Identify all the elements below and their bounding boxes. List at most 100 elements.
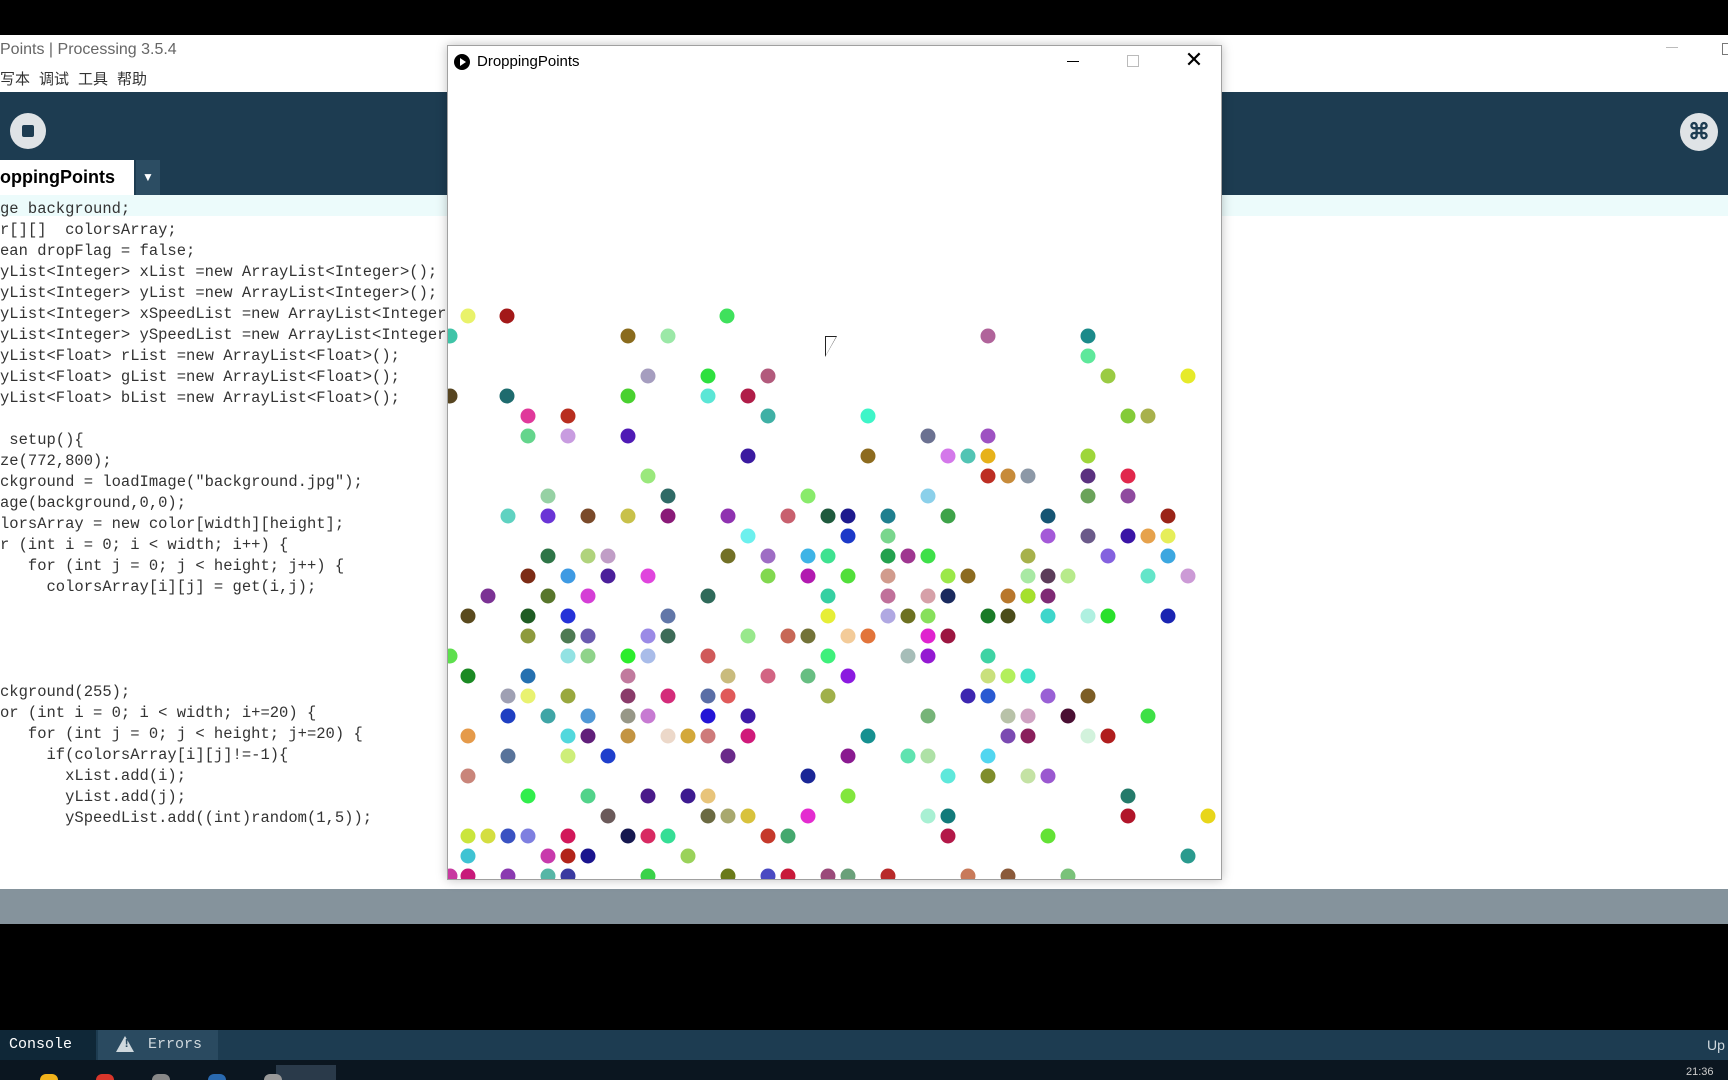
code-line[interactable]: yList<Integer> yList =new ArrayList<Inte…	[0, 283, 465, 304]
code-line[interactable]: lorsArray = new color[width][height];	[0, 514, 465, 535]
menu-sketch[interactable]: 写本	[0, 68, 30, 89]
code-line[interactable]: if(colorsArray[i][j]!=-1){	[0, 745, 465, 766]
dropping-point	[1080, 528, 1096, 544]
close-button[interactable]: ✕	[1183, 49, 1205, 71]
updates-label[interactable]: Up	[1707, 1030, 1725, 1060]
console-divider[interactable]	[0, 889, 1728, 924]
dropping-point	[1120, 808, 1136, 824]
dropping-point	[540, 868, 556, 879]
code-line[interactable]: ckground(255);	[0, 682, 465, 703]
dropping-point	[620, 388, 636, 404]
dropping-point	[880, 528, 896, 544]
dropping-point	[1140, 568, 1156, 584]
taskbar-active-app[interactable]	[276, 1065, 336, 1080]
dropping-point	[1200, 808, 1216, 824]
dropping-point	[940, 508, 956, 524]
code-line[interactable]	[0, 661, 465, 682]
dropping-point	[740, 388, 756, 404]
code-line[interactable]: xList.add(i);	[0, 766, 465, 787]
code-line[interactable]: for (int j = 0; j < height; j++) {	[0, 556, 465, 577]
dropping-point	[1040, 508, 1056, 524]
dropping-point	[460, 668, 476, 684]
dropping-point	[560, 648, 576, 664]
code-line[interactable]: for (int j = 0; j < height; j+=20) {	[0, 724, 465, 745]
code-line[interactable]: r[][] colorsArray;	[0, 220, 465, 241]
code-line[interactable]: yList<Float> bList =new ArrayList<Float>…	[0, 388, 465, 409]
dropping-point	[1120, 468, 1136, 484]
code-text[interactable]: ge background; r[][] colorsArray; ean drop…	[0, 199, 465, 829]
code-line[interactable]	[0, 409, 465, 430]
dropping-point	[1100, 548, 1116, 564]
dropping-point	[1000, 708, 1016, 724]
dropping-point	[560, 408, 576, 424]
dropping-point	[900, 608, 916, 624]
code-line[interactable]: ySpeedList.add((int)random(1,5));	[0, 808, 465, 829]
taskbar-app-icon[interactable]	[96, 1074, 114, 1080]
code-line[interactable]: yList.add(j);	[0, 787, 465, 808]
tab-droppingpoints[interactable]: oppingPoints	[0, 160, 134, 195]
stop-button[interactable]	[10, 113, 46, 149]
dropping-point	[600, 568, 616, 584]
dropping-point	[1100, 728, 1116, 744]
dropping-point	[720, 668, 736, 684]
code-line[interactable]: yList<Float> rList =new ArrayList<Float>…	[0, 346, 465, 367]
dropping-point	[840, 508, 856, 524]
ide-maximize-button[interactable]	[1722, 43, 1728, 55]
errors-tab-label: Errors	[148, 1036, 203, 1053]
code-line[interactable]: or (int i = 0; i < width; i+=20) {	[0, 703, 465, 724]
dropping-point	[1040, 688, 1056, 704]
dropping-point	[800, 568, 816, 584]
dropping-point	[1000, 868, 1016, 879]
code-line[interactable]: colorsArray[i][j] = get(i,j);	[0, 577, 465, 598]
taskbar-app-icon[interactable]	[40, 1074, 58, 1080]
menu-help[interactable]: 帮助	[117, 68, 147, 89]
code-line[interactable]: yList<Integer> xSpeedList =new ArrayList…	[0, 304, 465, 325]
code-line[interactable]	[0, 598, 465, 619]
code-line[interactable]: age(background,0,0);	[0, 493, 465, 514]
tab-errors[interactable]: ! Errors	[98, 1030, 218, 1060]
dropping-point	[800, 668, 816, 684]
dropping-point	[820, 648, 836, 664]
dropping-point	[448, 868, 458, 879]
taskbar-app-icon[interactable]	[208, 1074, 226, 1080]
dropping-point	[1100, 368, 1116, 384]
dropping-point	[1000, 588, 1016, 604]
mode-button[interactable]: ⌘	[1680, 113, 1718, 151]
dropping-point	[700, 648, 716, 664]
menu-debug[interactable]: 调试	[39, 68, 69, 89]
dropping-point	[940, 628, 956, 644]
stop-icon	[22, 125, 34, 137]
code-line[interactable]: ckground = loadImage("background.jpg");	[0, 472, 465, 493]
taskbar-app-icon[interactable]	[264, 1074, 282, 1080]
maximize-button[interactable]	[1127, 55, 1139, 67]
dropping-point	[1080, 468, 1096, 484]
dropping-point	[580, 648, 596, 664]
code-line[interactable]: yList<Integer> ySpeedList =new ArrayList…	[0, 325, 465, 346]
code-line[interactable]: yList<Float> gList =new ArrayList<Float>…	[0, 367, 465, 388]
menu-tools[interactable]: 工具	[78, 68, 108, 89]
dropping-point	[740, 728, 756, 744]
code-line[interactable]	[0, 640, 465, 661]
dropping-point	[460, 828, 476, 844]
code-line[interactable]: ze(772,800);	[0, 451, 465, 472]
dropping-point	[1020, 468, 1036, 484]
taskbar-app-icon[interactable]	[152, 1074, 170, 1080]
dropping-point	[760, 668, 776, 684]
code-line[interactable]: setup(){	[0, 430, 465, 451]
code-line[interactable]: ge background;	[0, 199, 465, 220]
code-line[interactable]: yList<Integer> xList =new ArrayList<Inte…	[0, 262, 465, 283]
dropping-point	[1120, 408, 1136, 424]
dropping-point	[460, 308, 476, 324]
tab-console[interactable]: Console	[0, 1030, 96, 1060]
sketch-canvas[interactable]	[448, 77, 1221, 879]
tab-menu-button[interactable]: ▼	[136, 160, 160, 195]
code-line[interactable]: r (int i = 0; i < width; i++) {	[0, 535, 465, 556]
dropping-point	[880, 548, 896, 564]
code-line[interactable]	[0, 619, 465, 640]
sketch-titlebar[interactable]: DroppingPoints ✕	[448, 46, 1221, 77]
code-line[interactable]: ean dropFlag = false;	[0, 241, 465, 262]
minimize-button[interactable]	[1067, 61, 1079, 62]
ide-minimize-button[interactable]	[1666, 47, 1678, 48]
dropping-point	[920, 748, 936, 764]
dropping-point	[448, 328, 458, 344]
